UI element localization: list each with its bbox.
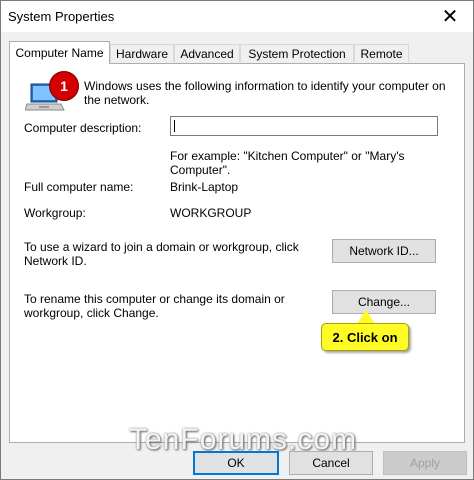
rename-text: To rename this computer or change its do… [24, 292, 285, 320]
tab-remote[interactable]: Remote [354, 44, 409, 62]
intro-text: Windows uses the following information t… [84, 79, 446, 107]
tab-computer-name[interactable]: Computer Name [9, 41, 110, 64]
full-name-label: Full computer name: [24, 180, 134, 194]
title-bar[interactable]: System Properties ✕ [1, 1, 473, 32]
tab-advanced[interactable]: Advanced [174, 44, 240, 62]
description-example: For example: "Kitchen Computer" or "Mary… [170, 149, 405, 177]
ok-button[interactable]: OK [193, 451, 279, 475]
apply-button: Apply [383, 451, 467, 475]
description-label: Computer description: [24, 121, 142, 135]
workgroup-value: WORKGROUP [170, 206, 252, 220]
text-caret [174, 120, 175, 132]
computer-description-input[interactable] [170, 116, 438, 136]
network-id-button[interactable]: Network ID... [332, 239, 436, 263]
close-icon[interactable]: ✕ [427, 1, 473, 32]
click-on-callout: 2. Click on [321, 323, 409, 351]
workgroup-label: Workgroup: [24, 206, 86, 220]
change-button[interactable]: Change... [332, 290, 436, 314]
cancel-button[interactable]: Cancel [289, 451, 373, 475]
window-title: System Properties [8, 9, 115, 24]
tab-system-protection[interactable]: System Protection [240, 44, 354, 62]
full-name-value: Brink-Laptop [170, 180, 239, 194]
computer-name-panel: Windows uses the following information t… [9, 63, 465, 443]
system-properties-window: System Properties ✕ Computer Name Hardwa… [0, 0, 474, 480]
callout-arrow [357, 310, 375, 324]
network-id-text: To use a wizard to join a domain or work… [24, 240, 299, 268]
tab-strip: Computer Name Hardware Advanced System P… [9, 41, 469, 64]
step-1-badge: 1 [49, 71, 79, 101]
tab-hardware[interactable]: Hardware [110, 44, 174, 62]
